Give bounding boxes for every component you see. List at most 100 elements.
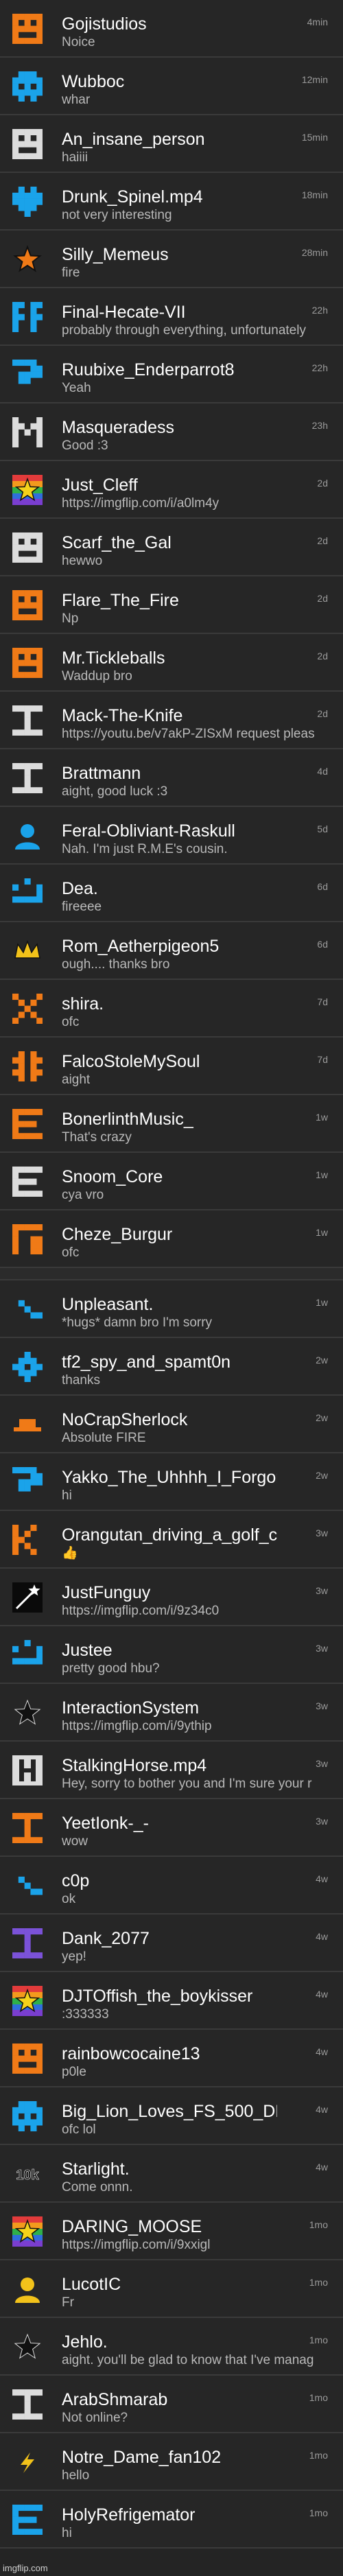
blue-pixel-creature-icon [12,2101,43,2131]
avatar [12,2332,43,2362]
chat-row[interactable]: Brattmann aight, good luck :3 4d [0,749,343,807]
chat-username: Gojistudios [62,14,147,34]
chat-row[interactable]: BonerlinthMusic_ That's crazy 1w [0,1095,343,1153]
chat-timestamp: 15min [301,132,328,143]
chat-timestamp: 2w [316,1412,328,1423]
chat-timestamp: 4w [316,1989,328,2000]
chat-row[interactable]: Big_Lion_Loves_FS_500_DHT1 ofc lol 4w [0,2087,343,2145]
chat-row[interactable]: Mack-The-Knife https://youtu.be/v7akP-ZI… [0,692,343,749]
chat-timestamp: 28min [301,247,328,258]
chat-row[interactable]: shira. ofc 7d [0,980,343,1038]
chat-row[interactable]: NoCrapSherlock Absolute FIRE 2w [0,1396,343,1453]
white-pixel-m-icon [12,417,43,447]
chat-row[interactable]: 10k Starlight. Come onnn. 4w [0,2145,343,2203]
chat-row[interactable]: Yakko_The_Uhhhh_I_Forgor hi 2w [0,1453,343,1511]
chat-row[interactable]: Feral-Obliviant-Raskull Nah. I'm just R.… [0,807,343,865]
chat-row[interactable]: InteractionSystem https://imgflip.com/i/… [0,1684,343,1742]
chat-username: Silly_Memeus [62,245,169,264]
chat-timestamp: 2d [317,593,328,604]
chat-last-message: Fr [62,2295,74,2310]
chat-row[interactable]: Dank_2077 yep! 4w [0,1915,343,1972]
black-star-icon [14,2333,41,2359]
avatar [12,1986,43,2016]
chat-row[interactable]: Orangutan_driving_a_golf_cart. 👍 3w [0,1511,343,1569]
chat-row[interactable]: Jehlo. aight. you'll be glad to know tha… [0,2318,343,2376]
chat-row[interactable]: LucotIC Fr 1mo [0,2260,343,2318]
chat-last-message: Np [62,611,79,626]
chat-row[interactable]: c0p ok 4w [0,1857,343,1915]
chat-row[interactable]: Masqueradess Good :3 23h [0,403,343,461]
chat-row[interactable]: Wubboc whar 12min [0,58,343,115]
chat-username: Justee [62,1641,113,1660]
blue-pixel-shape-icon [12,1467,43,1492]
chat-username: shira. [62,994,104,1014]
blue-pixel-smile-icon [12,878,43,903]
avatar [12,1755,43,1785]
chat-last-message: wow [62,1834,88,1849]
chat-row[interactable]: An_insane_person haiiii 15min [0,115,343,173]
yellow-person-icon [15,2278,40,2303]
chat-row[interactable]: Snoom_Core cya vro 1w [0,1153,343,1210]
chat-row[interactable]: Flare_The_Fire Np 2d [0,576,343,634]
chat-row[interactable]: JustFunguy https://imgflip.com/i/9z34c0 … [0,1569,343,1626]
avatar [12,936,43,966]
chat-row[interactable]: Drunk_Spinel.mp4 not very interesting 18… [0,173,343,231]
avatar [12,1352,43,1382]
chat-row[interactable]: ArabShmarab Not online? 1mo [0,2376,343,2433]
chat-row[interactable]: Mr.Tickleballs Waddup bro 2d [0,634,343,692]
chat-username: DARING_MOOSE [62,2217,202,2236]
avatar [12,878,43,909]
chat-row[interactable]: Rom_Aetherpigeon5 ough.... thanks bro 6d [0,922,343,980]
black-star-icon [14,1699,41,1725]
avatar [12,1698,43,1728]
chat-timestamp: 1w [316,1112,328,1123]
chat-last-message: Waddup bro [62,669,132,683]
chat-row[interactable]: DJTOffish_the_boykisser :333333 4w [0,1972,343,2030]
chat-row[interactable]: YeetIonk-_- wow 3w [0,1799,343,1857]
chat-username: Mack-The-Knife [62,706,183,725]
chat-username: StalkingHorse.mp4 [62,1756,207,1775]
chat-row[interactable]: Ruubixe_Enderparrot8 Yeah 22h [0,346,343,403]
chat-username: Wubboc [62,72,125,91]
chat-last-message: ofc [62,1015,80,1029]
orange-pixel-i-icon [12,1813,43,1843]
chat-row[interactable]: Cheze_Burgur ofc 1w [0,1210,343,1268]
blue-pixel-heart-icon [12,187,43,217]
chat-row[interactable]: Notre_Dame_fan102 hello 1mo [0,2433,343,2491]
chat-row[interactable]: rainbowcocaine13 p0le 4w [0,2030,343,2087]
chat-username: YeetIonk-_- [62,1814,149,1833]
chat-last-message: ok [62,1892,76,1906]
chat-username: Flare_The_Fire [62,591,179,610]
avatar [12,1813,43,1843]
chat-timestamp: 1mo [309,2277,328,2288]
chat-timestamp: 7d [317,1054,328,1065]
chat-last-message: https://imgflip.com/i/9xxigl [62,2238,211,2252]
avatar [12,590,43,620]
chat-row[interactable]: Just_Cleff https://imgflip.com/i/a0lm4y … [0,461,343,519]
chat-row[interactable]: FalcoStoleMySoul aight 7d [0,1038,343,1095]
chat-row[interactable]: Scarf_the_Gal hewwo 2d [0,519,343,576]
chat-row[interactable]: Gojistudios Noice 4min [0,0,343,58]
chat-row[interactable]: StalkingHorse.mp4 Hey, sorry to bother y… [0,1742,343,1799]
chat-row[interactable]: tf2_spy_and_spamt0n thanks 2w [0,1338,343,1396]
avatar: 10k [12,2159,43,2189]
blue-person-icon [15,824,40,850]
blue-pixel-smile-icon [12,1640,43,1665]
chat-username: Orangutan_driving_a_golf_cart. [62,1525,277,1545]
avatar [12,1640,43,1670]
avatar [12,1928,43,1958]
chat-username: Final-Hecate-VII [62,303,186,322]
chat-row[interactable]: DARING_MOOSE https://imgflip.com/i/9xxig… [0,2203,343,2260]
avatar [12,2044,43,2074]
avatar [12,2101,43,2131]
avatar [12,302,43,332]
chat-row[interactable]: Dea. fireeee 6d [0,865,343,922]
chat-row[interactable]: Silly_Memeus fire 28min [0,231,343,288]
chat-row[interactable]: Final-Hecate-VII probably through everyt… [0,288,343,346]
chat-row[interactable]: Justee pretty good hbu? 3w [0,1626,343,1684]
chat-last-message: https://imgflip.com/i/a0lm4y [62,496,220,511]
chat-username: Yakko_The_Uhhhh_I_Forgor [62,1468,277,1487]
chat-row[interactable]: Unpleasant. *hugs* damn bro I'm sorry 1w [0,1280,343,1338]
avatar [12,1525,43,1555]
chat-row[interactable]: HolyRefrigemator hi 1mo [0,2491,343,2549]
